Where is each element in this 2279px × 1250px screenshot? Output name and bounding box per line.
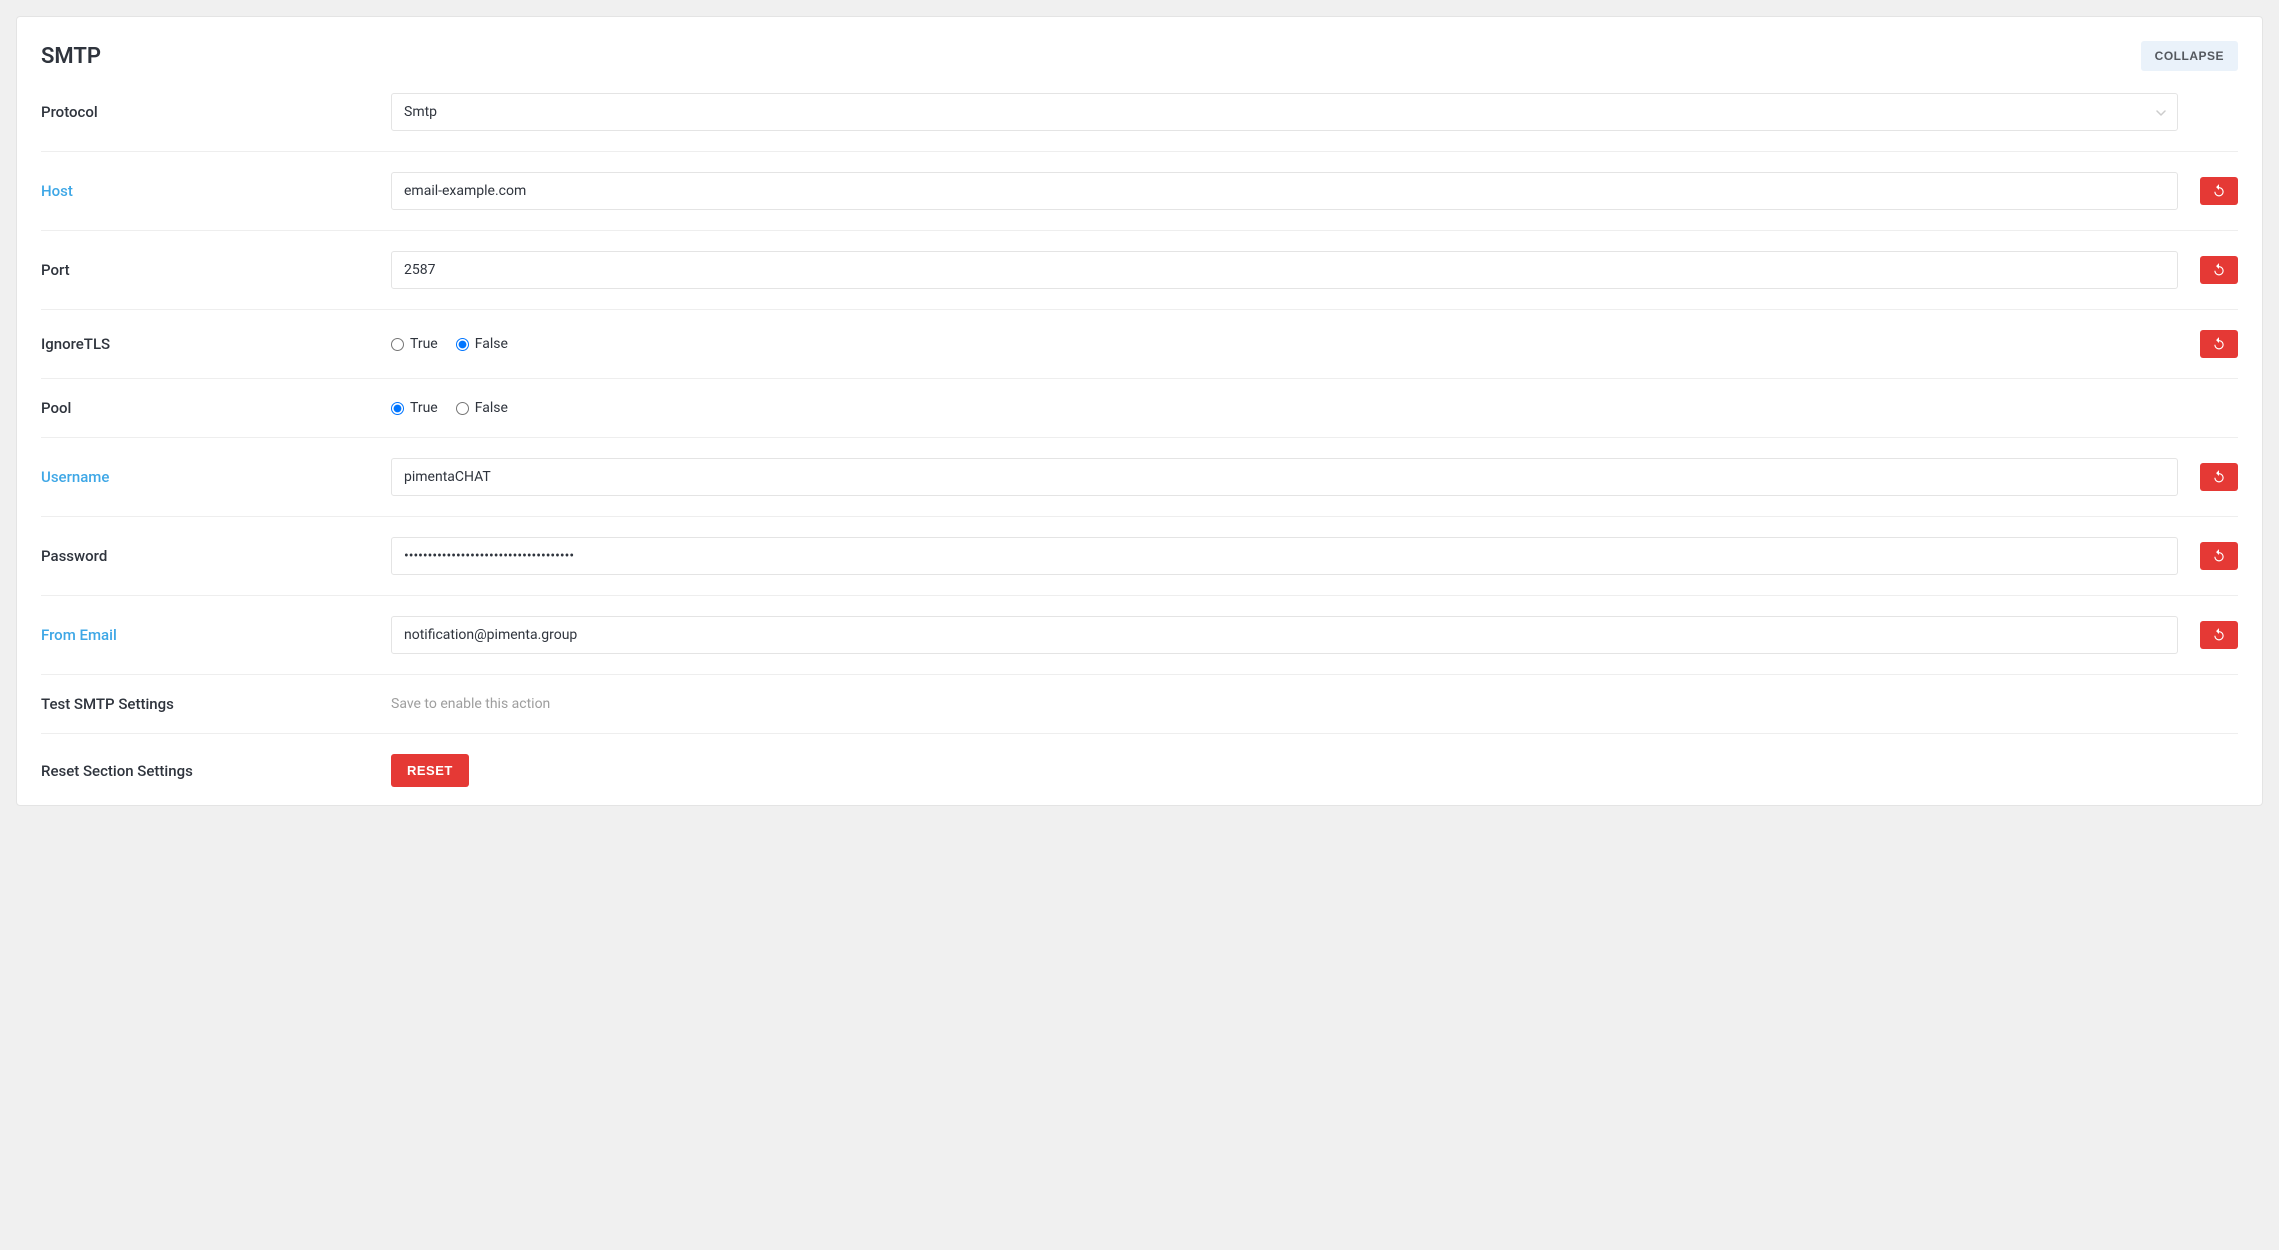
smtp-settings-panel: SMTP COLLAPSE Protocol Smtp Host [16,16,2263,806]
row-port: Port [41,231,2238,310]
host-input[interactable] [391,172,2178,210]
undo-icon [2212,262,2226,279]
radio-label-true: True [410,336,438,352]
ignoretls-false-radio[interactable] [456,338,469,351]
radio-label-false: False [475,400,508,416]
label-username[interactable]: Username [41,468,371,486]
row-username: Username [41,438,2238,517]
collapse-button[interactable]: COLLAPSE [2141,41,2238,71]
from-email-input[interactable] [391,616,2178,654]
undo-icon [2212,627,2226,644]
reset-username-button[interactable] [2200,463,2238,491]
reset-password-button[interactable] [2200,542,2238,570]
reset-section-button[interactable]: RESET [391,754,469,787]
row-password: Password [41,517,2238,596]
panel-header: SMTP COLLAPSE [41,41,2238,71]
row-test-smtp: Test SMTP Settings Save to enable this a… [41,675,2238,734]
pool-radio-group: True False [391,400,508,416]
radio-label-true: True [410,400,438,416]
row-host: Host [41,152,2238,231]
pool-true-option[interactable]: True [391,400,438,416]
test-smtp-hint: Save to enable this action [391,696,550,712]
reset-from-email-button[interactable] [2200,621,2238,649]
pool-false-option[interactable]: False [456,400,508,416]
label-port: Port [41,261,371,279]
label-from-email[interactable]: From Email [41,626,371,644]
row-protocol: Protocol Smtp [41,93,2238,152]
row-from-email: From Email [41,596,2238,675]
undo-icon [2212,336,2226,353]
label-reset-section: Reset Section Settings [41,762,371,780]
label-protocol: Protocol [41,103,371,121]
row-pool: Pool True False [41,379,2238,438]
label-pool: Pool [41,399,371,417]
label-host[interactable]: Host [41,182,371,200]
reset-port-button[interactable] [2200,256,2238,284]
undo-icon [2212,183,2226,200]
port-input[interactable] [391,251,2178,289]
label-test-smtp: Test SMTP Settings [41,695,371,713]
panel-title: SMTP [41,44,101,69]
pool-false-radio[interactable] [456,402,469,415]
label-password: Password [41,547,371,565]
undo-icon [2212,469,2226,486]
ignoretls-false-option[interactable]: False [456,336,508,352]
undo-icon [2212,548,2226,565]
password-input[interactable] [391,537,2178,575]
row-reset-section: Reset Section Settings RESET [41,734,2238,787]
ignoretls-radio-group: True False [391,336,508,352]
radio-label-false: False [475,336,508,352]
reset-host-button[interactable] [2200,177,2238,205]
username-input[interactable] [391,458,2178,496]
reset-ignoretls-button[interactable] [2200,330,2238,358]
ignoretls-true-radio[interactable] [391,338,404,351]
row-ignoretls: IgnoreTLS True False [41,310,2238,379]
protocol-select[interactable]: Smtp [391,93,2178,131]
pool-true-radio[interactable] [391,402,404,415]
label-ignoretls: IgnoreTLS [41,335,371,353]
ignoretls-true-option[interactable]: True [391,336,438,352]
